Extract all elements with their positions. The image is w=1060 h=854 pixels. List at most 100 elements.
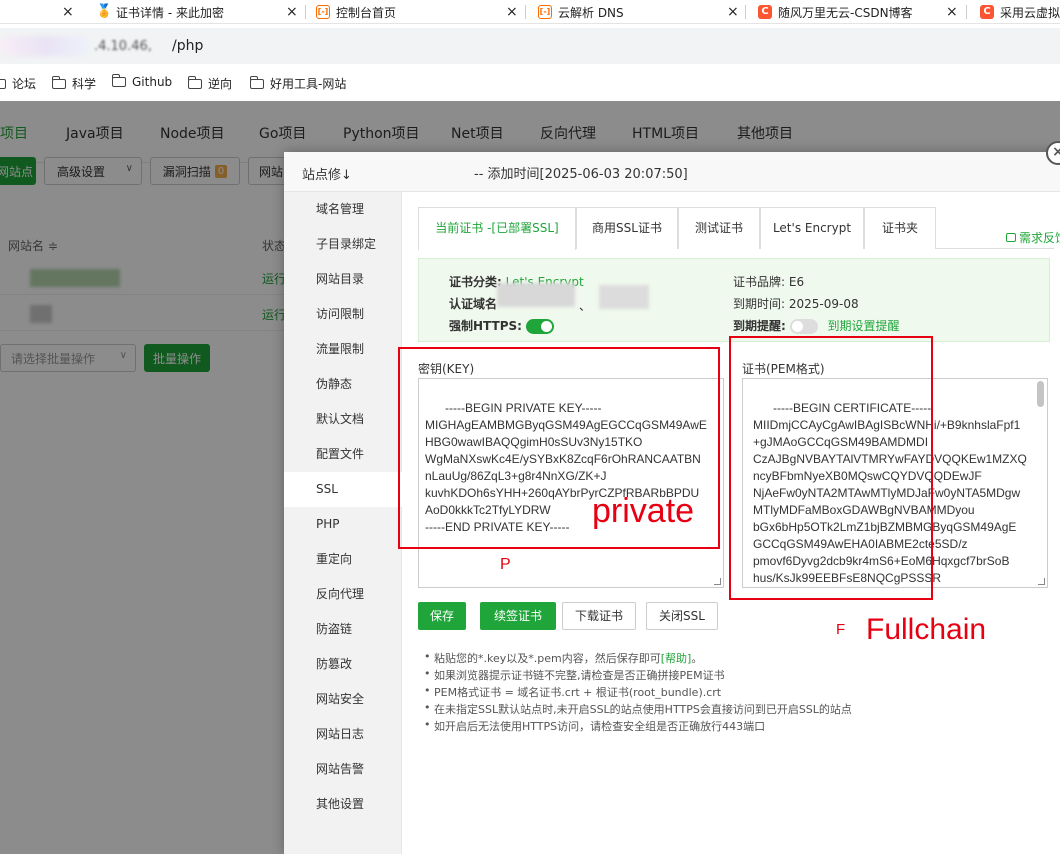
menu-php[interactable]: PHP <box>284 507 402 542</box>
force-https: 强制HTTPS: <box>449 317 554 334</box>
tip-item: 在未指定SSL默认站点时,未开启SSL的站点使用HTTPS会直接访问到已开启SS… <box>424 701 1044 718</box>
annotation-private: private <box>592 492 695 530</box>
tab-current-cert[interactable]: 当前证书 -[已部署SSL] <box>418 207 576 250</box>
modal-header: 站点修↓ -- 添加时间[2025-06-03 20:07:50] <box>284 152 1060 192</box>
menu-site-dir[interactable]: 网站目录 <box>284 262 402 297</box>
menu-site-security[interactable]: 网站安全 <box>284 682 402 717</box>
tab-test-cert[interactable]: 测试证书 <box>678 207 760 249</box>
bookmark-tools[interactable]: 好用工具-网站 <box>250 75 346 92</box>
tab-title: 证书详情 - 来此加密 <box>116 5 224 20</box>
menu-subdir[interactable]: 子目录绑定 <box>284 227 402 262</box>
tip-item: 如开启后无法使用HTTPS访问，请检查安全组是否正确放行443端口 <box>424 718 1044 735</box>
tab-close-button[interactable]: × <box>286 0 298 24</box>
expire-remind-toggle[interactable] <box>789 319 818 334</box>
csdn-icon: C <box>980 5 994 19</box>
tab-cert-folder[interactable]: 证书夹 <box>864 207 936 249</box>
close-icon: × <box>62 4 74 20</box>
bookmark-forum[interactable]: 论坛 <box>0 75 36 92</box>
menu-other-settings[interactable]: 其他设置 <box>284 787 402 822</box>
award-icon: 🏅 <box>96 4 113 19</box>
close-icon: × <box>727 4 739 20</box>
tab-close-button[interactable]: × <box>946 0 958 24</box>
tab-title: 随风万里无云-CSDN博客 <box>778 5 913 20</box>
cert-brand: 证书品牌: E6 <box>733 275 805 289</box>
domain-blurred-2 <box>599 285 649 309</box>
menu-default-doc[interactable]: 默认文档 <box>284 402 402 437</box>
menu-redirect[interactable]: 重定向 <box>284 542 402 577</box>
browser-tab-bar: × 🏅 证书详情 - 来此加密 × [-] 控制台首页 × [-] 云解析 DN… <box>0 0 1060 24</box>
annotation-fullchain: Fullchain <box>866 613 987 646</box>
menu-ssl[interactable]: SSL <box>284 472 402 507</box>
folder-icon <box>0 78 6 89</box>
tab-close-button[interactable]: × <box>506 0 518 24</box>
address-bar[interactable]: .4.10.46, /php <box>0 28 1060 64</box>
menu-site-alert[interactable]: 网站告警 <box>284 752 402 787</box>
download-cert-button[interactable]: 下载证书 <box>562 602 637 630</box>
aliyun-icon: [-] <box>316 5 330 19</box>
menu-access-limit[interactable]: 访问限制 <box>284 297 402 332</box>
bookmark-reverse[interactable]: 逆向 <box>188 75 232 92</box>
tab-commercial-ssl[interactable]: 商用SSL证书 <box>576 207 678 249</box>
close-ssl-button[interactable]: 关闭SSL <box>646 602 718 630</box>
modal-title: 站点修↓ <box>302 168 352 183</box>
renew-cert-button[interactable]: 续签证书 <box>480 602 557 630</box>
tab-close-button[interactable]: × <box>727 0 739 24</box>
force-https-toggle[interactable] <box>525 319 554 334</box>
tab-separator <box>525 5 526 19</box>
resize-handle[interactable] <box>1038 578 1045 585</box>
feedback-label: 需求反馈 <box>1019 231 1060 245</box>
menu-tamper-proof[interactable]: 防篡改 <box>284 647 402 682</box>
menu-site-log[interactable]: 网站日志 <box>284 717 402 752</box>
domain-blurred-1 <box>497 283 575 307</box>
browser-tab-dns[interactable]: [-] 云解析 DNS <box>538 0 624 24</box>
tab-lets-encrypt[interactable]: Let's Encrypt <box>760 207 864 249</box>
annotation-f: F <box>836 621 846 638</box>
cert-domain: 认证域名 <box>449 295 497 312</box>
tab-title: 采用云虚拟 <box>1000 5 1060 20</box>
https-label: 强制HTTPS: <box>449 319 522 333</box>
ssl-tabs: 当前证书 -[已部署SSL] 商用SSL证书 测试证书 Let's Encryp… <box>418 207 1060 250</box>
address-path: /php <box>172 38 204 54</box>
category-label: 证书分类: <box>449 275 502 289</box>
tip-text: 粘贴您的*.key以及*.pem内容，然后保存即可 <box>434 652 661 665</box>
remind-setting-link[interactable]: 到期设置提醒 <box>827 319 899 333</box>
feedback-link[interactable]: 需求反馈 <box>1006 229 1060 246</box>
close-icon: × <box>286 4 298 20</box>
bookmark-label: 科学 <box>72 77 97 91</box>
menu-rewrite[interactable]: 伪静态 <box>284 367 402 402</box>
bookmark-label: 逆向 <box>208 77 233 91</box>
menu-domain[interactable]: 域名管理 <box>284 192 402 227</box>
folder-icon <box>250 75 264 89</box>
resize-handle[interactable] <box>714 578 721 585</box>
menu-config-file[interactable]: 配置文件 <box>284 437 402 472</box>
annotation-p: P <box>500 556 511 573</box>
tab-close-button[interactable]: × <box>62 0 74 24</box>
folder-icon <box>188 75 202 89</box>
bookmark-science[interactable]: 科学 <box>52 75 96 92</box>
tab-title: 控制台首页 <box>336 5 397 20</box>
folder-icon <box>112 74 126 87</box>
remind-label: 到期提醒: <box>733 319 786 333</box>
browser-tab-console[interactable]: [-] 控制台首页 <box>316 0 396 24</box>
bookmark-label: 好用工具-网站 <box>270 77 347 91</box>
save-button[interactable]: 保存 <box>418 602 467 630</box>
tip-item: 粘贴您的*.key以及*.pem内容，然后保存即可[帮助]。 <box>424 650 1044 667</box>
tab-title: 云解析 DNS <box>558 5 624 20</box>
bookmark-label: Github <box>132 75 173 89</box>
bookmark-label: 论坛 <box>12 77 37 91</box>
bookmark-github[interactable]: Github <box>112 74 173 89</box>
tip-item: PEM格式证书 = 域名证书.crt + 根证书(root_bundle).cr… <box>424 684 1044 701</box>
menu-reverse-proxy[interactable]: 反向代理 <box>284 577 402 612</box>
site-settings-menu: 域名管理 子目录绑定 网站目录 访问限制 流量限制 伪静态 默认文档 配置文件 … <box>284 192 402 854</box>
browser-tab-csdn-2[interactable]: C 采用云虚拟 <box>980 0 1060 24</box>
tab-separator <box>305 5 306 19</box>
help-link[interactable]: [帮助] <box>661 652 692 665</box>
menu-hotlink[interactable]: 防盗链 <box>284 612 402 647</box>
tip-tail: 。 <box>691 652 703 665</box>
annotation-box-fullchain <box>729 336 933 600</box>
menu-traffic-limit[interactable]: 流量限制 <box>284 332 402 367</box>
browser-tab-cert-detail[interactable]: 🏅 证书详情 - 来此加密 <box>96 0 224 24</box>
modal-added-time: -- 添加时间[2025-06-03 20:07:50] <box>474 167 688 182</box>
browser-tab-csdn-blog[interactable]: C 随风万里无云-CSDN博客 <box>758 0 913 24</box>
scrollbar[interactable] <box>1037 381 1044 407</box>
